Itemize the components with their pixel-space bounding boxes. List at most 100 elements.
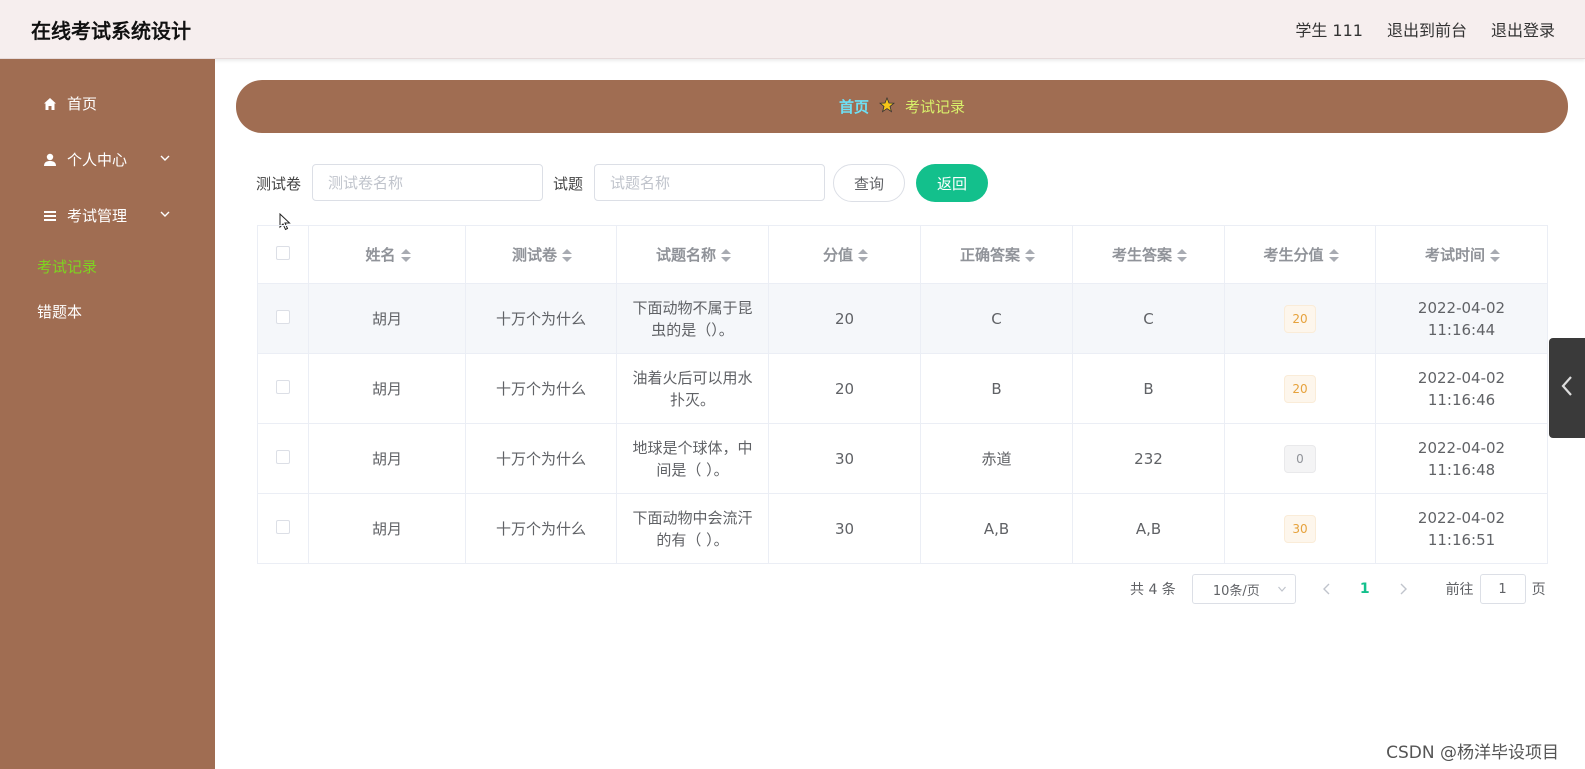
star-icon (878, 96, 896, 117)
sort-icon[interactable] (858, 248, 868, 262)
sort-icon[interactable] (721, 248, 731, 262)
query-button[interactable]: 查询 (833, 164, 905, 202)
select-all-cell (257, 225, 309, 284)
watermark-text: CSDN @杨洋毕设项目 (1386, 743, 1559, 763)
cell-name: 胡月 (308, 353, 466, 424)
menu-icon (41, 207, 59, 225)
cell-paper: 十万个为什么 (465, 353, 617, 424)
column-header-correct-answer[interactable]: 正确答案 (920, 225, 1073, 284)
paper-filter-label: 测试卷 (256, 175, 302, 193)
cell-student-score: 30 (1224, 493, 1376, 564)
cell-exam-time: 2022-04-02 11:16:51 (1375, 493, 1548, 564)
sort-icon[interactable] (400, 248, 411, 262)
sort-icon[interactable] (1490, 248, 1500, 262)
select-all-checkbox[interactable] (276, 245, 290, 260)
table-row[interactable]: 胡月 十万个为什么 地球是个球体，中间是（ ）。 30 赤道 232 0 202… (257, 423, 1548, 494)
sidebar-item-wrong-questions[interactable]: 错题本 (37, 301, 82, 322)
score-tag: 20 (1284, 304, 1316, 333)
table-header-row: 姓名 测试卷 试题名称 分值 正确答案 考生答案 考生分值 考试时间 (257, 225, 1548, 284)
breadcrumb: 首页 考试记录 (236, 80, 1568, 133)
row-checkbox[interactable] (276, 449, 290, 464)
cell-name: 胡月 (308, 423, 466, 494)
score-tag: 0 (1284, 444, 1316, 473)
pagination: 共 4 条 10条/页 1 前往 页 (1130, 574, 1546, 604)
sidebar-item-home[interactable]: 首页 (41, 93, 97, 114)
logout-link[interactable]: 退出登录 (1491, 17, 1555, 41)
cell-name: 胡月 (308, 283, 466, 354)
sort-icon[interactable] (562, 248, 572, 262)
question-filter-label: 试题 (553, 175, 584, 193)
column-header-exam-time[interactable]: 考试时间 (1375, 225, 1548, 284)
pagination-total: 共 4 条 (1130, 582, 1176, 598)
column-header-paper[interactable]: 测试卷 (465, 225, 617, 284)
cell-question: 地球是个球体，中间是（ ）。 (616, 423, 769, 494)
row-checkbox[interactable] (276, 379, 290, 394)
column-header-points[interactable]: 分值 (768, 225, 921, 284)
cell-student-answer: 232 (1072, 423, 1225, 494)
row-checkbox[interactable] (276, 519, 290, 534)
home-icon (41, 95, 59, 113)
sidebar-item-exam-records[interactable]: 考试记录 (37, 256, 97, 277)
goto-page-input[interactable] (1479, 574, 1526, 604)
cell-student-score: 20 (1224, 283, 1376, 354)
sidebar-item-personal-center[interactable]: 个人中心 (41, 149, 170, 170)
score-tag: 30 (1284, 514, 1316, 543)
column-header-student-score[interactable]: 考生分值 (1224, 225, 1376, 284)
next-page-icon[interactable] (1398, 583, 1408, 595)
back-to-frontend-link[interactable]: 退出到前台 (1387, 17, 1467, 41)
exam-records-table: 姓名 测试卷 试题名称 分值 正确答案 考生答案 考生分值 考试时间 胡月 十万… (257, 225, 1548, 564)
chevron-down-icon (159, 150, 171, 168)
score-tag: 20 (1284, 374, 1316, 403)
paper-name-input[interactable] (312, 164, 543, 201)
cell-exam-time: 2022-04-02 11:16:48 (1375, 423, 1548, 494)
cell-student-answer: A,B (1072, 493, 1225, 564)
chevron-down-icon (1277, 583, 1287, 598)
cell-points: 20 (768, 353, 921, 424)
cell-student-answer: C (1072, 283, 1225, 354)
goto-label: 前往 (1445, 582, 1474, 598)
page-suffix-label: 页 (1531, 582, 1546, 598)
row-checkbox[interactable] (276, 309, 290, 324)
breadcrumb-home[interactable]: 首页 (839, 96, 869, 117)
cell-paper: 十万个为什么 (465, 493, 617, 564)
sidebar-item-personal-center-label: 个人中心 (67, 151, 128, 169)
question-name-input[interactable] (594, 164, 825, 201)
column-header-question[interactable]: 试题名称 (616, 225, 769, 284)
top-bar: 在线考试系统设计 学生 111 退出到前台 退出登录 (0, 0, 1585, 59)
collapse-panel-tab[interactable] (1549, 338, 1585, 438)
table-row[interactable]: 胡月 十万个为什么 油着火后可以用水扑灭。 20 B B 20 2022-04-… (257, 353, 1548, 424)
sort-icon[interactable] (1328, 248, 1339, 262)
sort-icon[interactable] (1177, 248, 1187, 262)
table-row[interactable]: 胡月 十万个为什么 下面动物不属于昆虫的是（）。 20 C C 20 2022-… (257, 283, 1548, 354)
table-row[interactable]: 胡月 十万个为什么 下面动物中会流汗的有（ ）。 30 A,B A,B 30 2… (257, 493, 1548, 564)
chevron-down-icon (159, 206, 171, 224)
column-header-student-answer[interactable]: 考生答案 (1072, 225, 1225, 284)
cell-question: 下面动物不属于昆虫的是（）。 (616, 283, 769, 354)
current-user-link[interactable]: 学生 111 (1295, 17, 1363, 41)
cell-student-answer: B (1072, 353, 1225, 424)
sort-icon[interactable] (1025, 248, 1035, 262)
cell-points: 30 (768, 493, 921, 564)
sidebar-item-exam-management-label: 考试管理 (67, 207, 128, 225)
app-title: 在线考试系统设计 (31, 19, 191, 43)
column-header-name[interactable]: 姓名 (308, 225, 466, 284)
cell-question: 油着火后可以用水扑灭。 (616, 353, 769, 424)
cell-question: 下面动物中会流汗的有（ ）。 (616, 493, 769, 564)
prev-page-icon[interactable] (1322, 583, 1332, 595)
sidebar-item-exam-management[interactable]: 考试管理 (41, 205, 170, 226)
back-button[interactable]: 返回 (916, 164, 988, 202)
row-select-cell (257, 283, 309, 354)
row-select-cell (257, 423, 309, 494)
sidebar-item-home-label: 首页 (67, 95, 98, 113)
cell-correct-answer: C (920, 283, 1073, 354)
cell-paper: 十万个为什么 (465, 423, 617, 494)
cell-points: 30 (768, 423, 921, 494)
cell-points: 20 (768, 283, 921, 354)
sidebar: 首页 个人中心 考试管理 考试记录 错题本 (0, 59, 215, 769)
page-size-select[interactable]: 10条/页 (1191, 574, 1296, 604)
cell-correct-answer: A,B (920, 493, 1073, 564)
user-icon (41, 151, 59, 169)
cell-student-score: 20 (1224, 353, 1376, 424)
page-number-current[interactable]: 1 (1360, 581, 1370, 597)
row-select-cell (257, 353, 309, 424)
